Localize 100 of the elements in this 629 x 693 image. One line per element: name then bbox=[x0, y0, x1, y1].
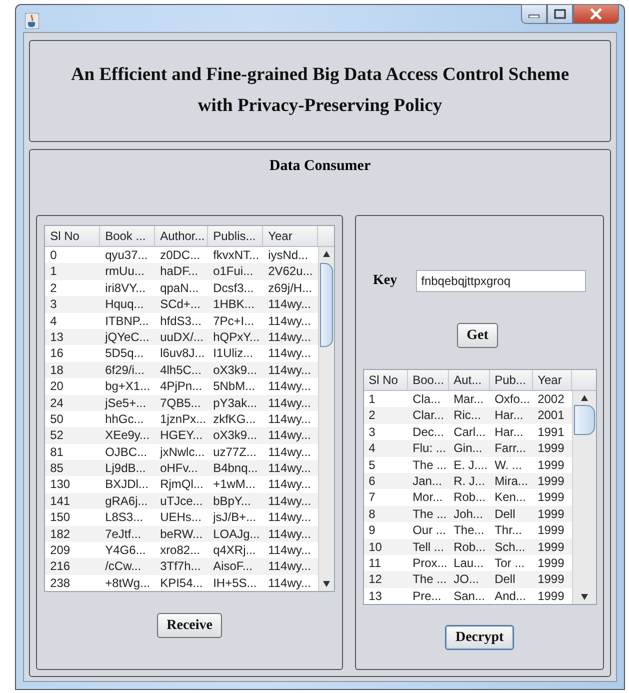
table-cell-text: 7Pc+I... bbox=[212, 312, 256, 329]
table-cell-text: 13 bbox=[49, 328, 64, 346]
table-cell-text: o1Fui... bbox=[212, 263, 254, 280]
app-title: An Efficient and Fine-grained Big Data Access Control Scheme bbox=[70, 65, 570, 86]
table-cell-text: oX3k9... bbox=[212, 362, 258, 378]
table-cell-text: KPI54... bbox=[159, 574, 204, 592]
key-label: Key bbox=[373, 273, 398, 289]
table-cell-text: Rob... bbox=[452, 538, 487, 555]
scrollbar[interactable] bbox=[318, 247, 334, 592]
table-cell-text: E. J.... bbox=[452, 456, 489, 473]
table-cell-text: hQPxY... bbox=[212, 328, 261, 346]
table-cell-text: Mira... bbox=[494, 472, 529, 490]
table-cell-text: 238 bbox=[49, 574, 72, 592]
table-cell-text: 114wy... bbox=[267, 526, 312, 542]
table-cell-text: Our ... bbox=[412, 522, 447, 539]
column-header[interactable]: Book ... bbox=[100, 226, 156, 246]
column-header[interactable]: Aut... bbox=[448, 370, 490, 390]
table-cell-text: z0DC... bbox=[159, 247, 202, 264]
table-cell-text: San... bbox=[452, 588, 486, 604]
table-cell-text: 10 bbox=[368, 538, 383, 555]
table-cell-text: 3Tf7h... bbox=[159, 558, 202, 575]
table-cell-text: Hquq... bbox=[104, 296, 145, 313]
close-button[interactable] bbox=[573, 4, 619, 24]
table-cell-text: 182 bbox=[49, 526, 72, 542]
table-cell-text: 5D5q... bbox=[104, 345, 145, 362]
table-cell-text: Mar... bbox=[452, 391, 485, 408]
cup-icon bbox=[25, 13, 39, 29]
table-cell-text: 114wy... bbox=[267, 460, 312, 476]
table-cell-text: jQYeC... bbox=[104, 328, 150, 346]
decrypt-button[interactable]: Decrypt bbox=[445, 625, 514, 650]
table-cell-text: RjmQl... bbox=[159, 476, 204, 493]
table-cell-text: rmUu... bbox=[104, 263, 146, 280]
table-cell-text: zkfKG... bbox=[212, 410, 257, 428]
table-cell-text: uz77Z... bbox=[212, 444, 258, 460]
close-icon bbox=[589, 8, 603, 20]
table-cell-text: 114wy... bbox=[267, 444, 312, 460]
minimize-button[interactable] bbox=[521, 4, 547, 24]
table-cell-text: qpaN... bbox=[159, 280, 200, 296]
table-cell-text: 114wy... bbox=[267, 509, 312, 526]
scroll-up-icon[interactable] bbox=[580, 395, 588, 401]
get-button[interactable]: Get bbox=[456, 323, 498, 348]
table-cell-text: /cCw... bbox=[104, 558, 142, 575]
maximize-button[interactable] bbox=[547, 4, 573, 24]
scrollbar-thumb[interactable] bbox=[320, 263, 334, 347]
table-cell-text: 81 bbox=[49, 444, 64, 460]
table-cell-text: HGEY... bbox=[159, 427, 204, 444]
table-cell-text: 114wy... bbox=[267, 362, 312, 378]
table-cell-text: Lj9dB... bbox=[104, 460, 147, 476]
column-header[interactable]: Sl No bbox=[45, 226, 100, 246]
table-cell-text: 114wy... bbox=[267, 394, 312, 411]
table-cell-text: pY3ak... bbox=[212, 394, 258, 411]
column-header[interactable]: Boo... bbox=[408, 370, 449, 390]
table-cell-text: q4XRj... bbox=[212, 542, 257, 558]
table-cell-text: 1999 bbox=[536, 538, 566, 555]
column-header[interactable]: Year bbox=[532, 370, 572, 390]
table-cell-text: Dcsf3... bbox=[212, 280, 255, 296]
table-cell-text: Jan... bbox=[412, 472, 443, 490]
table-cell-text: jxNwlc... bbox=[158, 444, 206, 460]
table-cell-text: 4 bbox=[49, 312, 58, 329]
table-cell-text: And... bbox=[494, 588, 527, 604]
table-cell-text: jsJ/B+... bbox=[212, 509, 258, 526]
table-cell-text: 5NbM... bbox=[212, 378, 256, 395]
table-cell-text: Thr... bbox=[494, 522, 523, 539]
table-cell-text: Y4G6... bbox=[104, 542, 147, 558]
table-cell-text: 2 bbox=[368, 407, 376, 424]
receive-button[interactable]: Receive bbox=[156, 613, 222, 638]
table-cell-text: 114wy... bbox=[267, 296, 312, 313]
table-cell-text: XEe9y... bbox=[104, 427, 151, 444]
table-cell-text: 20 bbox=[49, 378, 64, 395]
scroll-up-icon[interactable] bbox=[323, 251, 330, 257]
column-header[interactable]: Publis... bbox=[208, 226, 264, 246]
table-cell-text: Oxfo... bbox=[494, 391, 531, 408]
scrollbar[interactable] bbox=[572, 391, 596, 604]
table-cell-text: 85 bbox=[49, 460, 64, 476]
column-header[interactable]: Year bbox=[263, 226, 318, 246]
table-cell-text: Lau... bbox=[452, 554, 485, 572]
column-header[interactable]: Pub... bbox=[490, 370, 533, 390]
table-cell-text: 52 bbox=[49, 427, 64, 444]
column-header[interactable]: Author... bbox=[155, 226, 208, 246]
table-cell-text: uTJce... bbox=[159, 492, 204, 510]
table-cell-text: 24 bbox=[49, 394, 64, 411]
scrollbar-thumb[interactable] bbox=[574, 405, 595, 435]
app-subtitle: with Privacy-Preserving Policy bbox=[198, 96, 442, 117]
table-cell-text: 5 bbox=[368, 456, 376, 473]
table-cell-text: hfdS3... bbox=[159, 312, 202, 329]
column-header[interactable]: Sl No bbox=[364, 370, 408, 390]
table-cell-text: oHFv... bbox=[159, 460, 199, 476]
scroll-down-icon[interactable] bbox=[580, 594, 588, 600]
table-cell-text: I1Uliz... bbox=[212, 345, 254, 362]
table-cell-text: ITBNP... bbox=[104, 312, 150, 329]
table-cell-text: l6uv8J... bbox=[159, 345, 206, 362]
key-field[interactable]: fnbqebqjttpxgroq bbox=[416, 270, 586, 292]
table-cell-text: qyu37... bbox=[104, 247, 149, 264]
table-cell-text: 2 bbox=[49, 280, 58, 296]
table-cell-text: Flu: ... bbox=[412, 440, 447, 457]
table-cell-text: iri8VY... bbox=[104, 280, 147, 296]
table-cell-text: 2002 bbox=[536, 391, 566, 408]
scroll-down-icon[interactable] bbox=[323, 581, 330, 588]
table-cell-text: 114wy... bbox=[267, 574, 312, 592]
table-cell-text: 114wy... bbox=[267, 312, 312, 329]
